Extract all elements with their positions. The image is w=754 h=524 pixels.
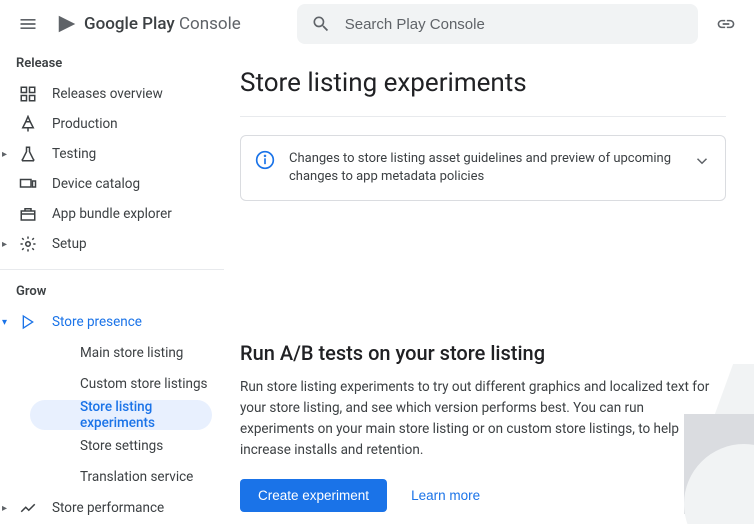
page-title: Store listing experiments	[240, 68, 726, 98]
devices-icon	[18, 174, 38, 194]
nav-setup[interactable]: ▸ Setup	[0, 229, 224, 259]
search-input[interactable]	[345, 16, 684, 33]
section-release: Release	[0, 52, 224, 79]
link-button[interactable]	[706, 4, 746, 44]
play-logo-icon	[56, 13, 78, 35]
caret-right-icon: ▸	[2, 239, 7, 250]
sub-custom-store-listings[interactable]: Custom store listings	[30, 369, 212, 399]
chart-icon	[18, 498, 38, 518]
nav-store-presence[interactable]: ▾ Store presence	[0, 307, 224, 337]
search-icon	[311, 14, 331, 34]
logo[interactable]: Google Play Console	[56, 13, 241, 35]
notice-text: Changes to store listing asset guideline…	[289, 150, 679, 186]
nav-device-catalog[interactable]: Device catalog	[0, 169, 224, 199]
learn-more-link[interactable]: Learn more	[411, 488, 480, 503]
link-icon	[716, 14, 736, 34]
hamburger-menu[interactable]	[8, 4, 48, 44]
sub-store-settings[interactable]: Store settings	[30, 431, 212, 461]
nav-app-bundle[interactable]: App bundle explorer	[0, 199, 224, 229]
sub-store-listing-experiments[interactable]: Store listing experiments	[30, 400, 212, 430]
dashboard-icon	[18, 84, 38, 104]
create-experiment-button[interactable]: Create experiment	[240, 479, 387, 512]
section-grow: Grow	[0, 280, 224, 307]
caret-right-icon: ▸	[2, 149, 7, 160]
info-icon	[255, 150, 275, 174]
divider	[0, 269, 224, 270]
logo-text: Google Play Console	[84, 14, 241, 34]
chevron-down-icon	[693, 152, 711, 174]
main-content: Store listing experiments Changes to sto…	[224, 48, 754, 524]
rocket-icon	[18, 114, 38, 134]
gear-icon	[18, 234, 38, 254]
nav-production[interactable]: Production	[0, 109, 224, 139]
nav-store-performance[interactable]: ▸ Store performance	[0, 493, 224, 523]
sidebar: Release Releases overview Production ▸ T…	[0, 48, 224, 524]
sub-main-store-listing[interactable]: Main store listing	[30, 338, 212, 368]
menu-icon	[18, 14, 38, 34]
search-bar[interactable]	[297, 4, 698, 44]
divider	[240, 116, 726, 117]
nav-testing[interactable]: ▸ Testing	[0, 139, 224, 169]
caret-down-icon: ▾	[2, 317, 7, 328]
sub-translation-service[interactable]: Translation service	[30, 462, 212, 492]
ab-desc: Run store listing experiments to try out…	[240, 377, 710, 461]
play-icon	[18, 312, 38, 332]
notice-banner[interactable]: Changes to store listing asset guideline…	[240, 135, 726, 201]
caret-right-icon: ▸	[2, 503, 7, 514]
nav-releases-overview[interactable]: Releases overview	[0, 79, 224, 109]
flask-icon	[18, 144, 38, 164]
bundle-icon	[18, 204, 38, 224]
ab-title: Run A/B tests on your store listing	[240, 341, 710, 365]
